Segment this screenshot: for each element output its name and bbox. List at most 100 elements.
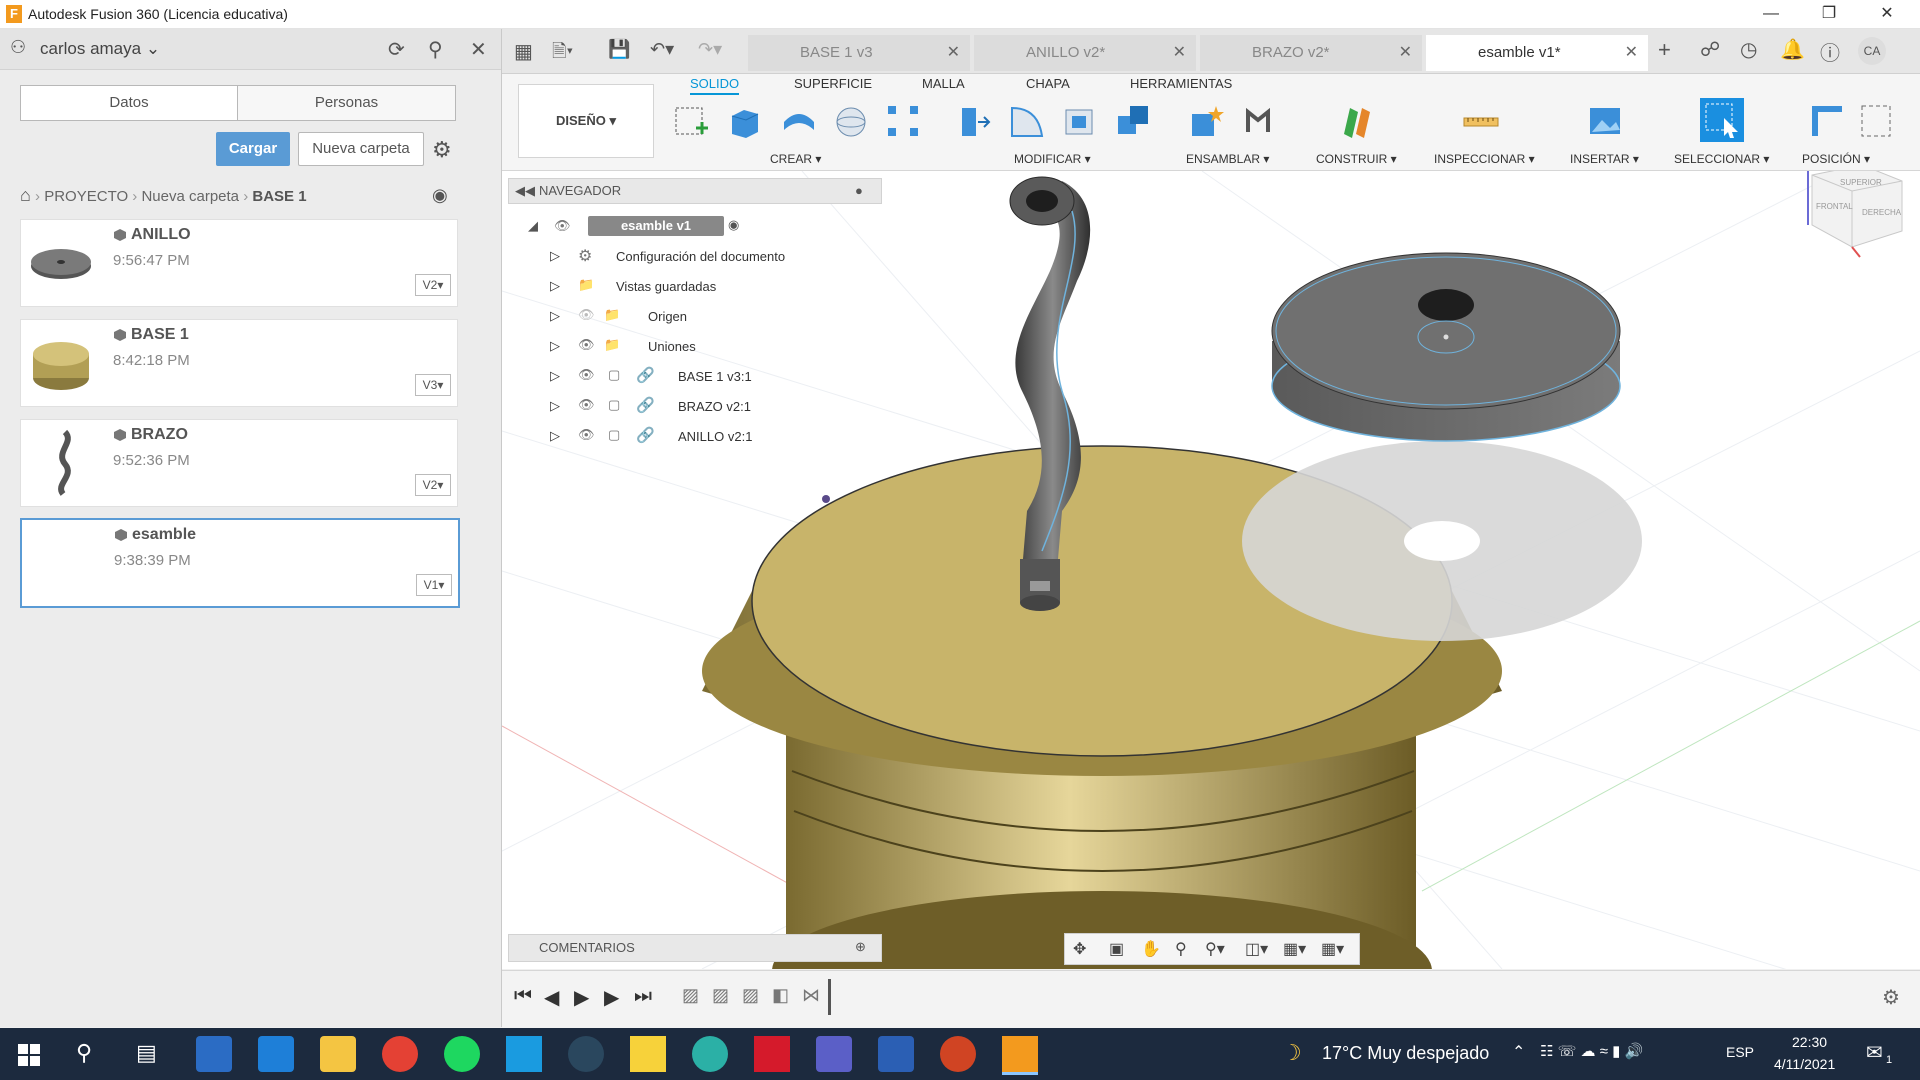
sticky-notes-icon[interactable] xyxy=(630,1036,666,1072)
timeline-feature-icon[interactable]: ▨ xyxy=(682,985,699,1006)
undo-icon[interactable]: ↶▾ xyxy=(650,39,674,60)
doc-tab-brazo[interactable]: BRAZO v2* ✕ xyxy=(1200,35,1422,71)
visibility-eye-icon[interactable]: 👁 xyxy=(578,397,595,413)
close-tab-icon[interactable]: ✕ xyxy=(1399,35,1412,71)
close-tab-icon[interactable]: ✕ xyxy=(1173,35,1186,71)
timeline-feature-icon[interactable]: ▨ xyxy=(742,985,759,1006)
doc-tab-base1[interactable]: BASE 1 v3 ✕ xyxy=(748,35,970,71)
group-modificar[interactable]: MODIFICAR ▾ xyxy=(1014,152,1091,166)
spotify-icon[interactable] xyxy=(444,1036,480,1072)
collapse-arrow-icon[interactable]: ◢ xyxy=(528,218,538,234)
save-icon[interactable]: 💾 xyxy=(608,39,630,60)
clock-date[interactable]: 4/11/2021 xyxy=(1774,1056,1835,1072)
timeline-joint-icon[interactable]: ⋈ xyxy=(802,985,820,1006)
file-menu-icon[interactable]: 🗎▾ xyxy=(552,39,573,69)
version-dropdown[interactable]: V2▾ xyxy=(415,274,451,296)
tab-superficie[interactable]: SUPERFICIE xyxy=(794,76,872,91)
activate-radio-icon[interactable]: ◉ xyxy=(728,217,739,233)
anillo-body[interactable] xyxy=(1242,252,1642,641)
expand-arrow-icon[interactable]: ▷ xyxy=(550,368,560,384)
redo-icon[interactable]: ↷▾ xyxy=(698,39,722,60)
breadcrumb-project[interactable]: PROYECTO xyxy=(44,188,128,205)
extrude-icon[interactable] xyxy=(726,102,764,140)
avatar[interactable]: CA xyxy=(1858,37,1886,65)
settings-gear-icon[interactable]: ⚙ xyxy=(432,137,452,163)
team-icon[interactable]: ⚇ xyxy=(10,37,26,58)
pattern-icon[interactable] xyxy=(884,102,922,140)
play-icon[interactable]: ▶ xyxy=(574,985,589,1010)
go-to-start-icon[interactable]: ⏮ xyxy=(514,985,532,1008)
navigator-options-icon[interactable]: ● xyxy=(855,183,863,198)
restore-button[interactable]: ❐ xyxy=(1800,0,1858,28)
measure-icon[interactable] xyxy=(1462,102,1500,140)
new-component-icon[interactable] xyxy=(1186,102,1224,140)
viewcube-top-label[interactable]: SUPERIOR xyxy=(1840,178,1882,187)
group-construir[interactable]: CONSTRUIR ▾ xyxy=(1316,152,1397,166)
expand-arrow-icon[interactable]: ▷ xyxy=(550,248,560,264)
group-inspeccionar[interactable]: INSPECCIONAR ▾ xyxy=(1434,152,1535,166)
grid-settings-icon[interactable]: ▦▾ xyxy=(1283,939,1306,959)
upload-button[interactable]: Cargar xyxy=(216,132,290,166)
visibility-eye-icon[interactable]: 👁 xyxy=(578,367,595,383)
go-to-end-icon[interactable]: ⏭ xyxy=(634,985,652,1008)
task-view-icon[interactable]: ▤ xyxy=(136,1040,157,1066)
notifications-icon[interactable]: 🔔 xyxy=(1780,37,1805,62)
orbit-icon[interactable]: ✥ xyxy=(1073,939,1086,959)
tab-datos[interactable]: Datos xyxy=(21,86,238,120)
group-posicion[interactable]: POSICIÓN ▾ xyxy=(1802,152,1870,166)
powerpoint-icon[interactable] xyxy=(940,1036,976,1072)
file-card-brazo[interactable]: BRAZO 9:52:36 PM V2▾ xyxy=(20,419,458,507)
timeline-marker[interactable] xyxy=(828,979,831,1015)
navigator-row[interactable]: ▷ 📁 Vistas guardadas xyxy=(508,274,848,300)
visibility-eye-icon[interactable]: 👁 xyxy=(554,218,571,234)
close-tab-icon[interactable]: ✕ xyxy=(947,35,960,71)
group-insertar[interactable]: INSERTAR ▾ xyxy=(1570,152,1639,166)
select-icon[interactable] xyxy=(1700,98,1744,142)
joint-icon[interactable] xyxy=(1240,102,1278,140)
search-icon[interactable]: ⚲ xyxy=(76,1040,92,1066)
file-card-base[interactable]: BASE 1 8:42:18 PM V3▾ xyxy=(20,319,458,407)
app-grid-icon[interactable]: ▦ xyxy=(514,39,533,64)
fit-icon[interactable]: ⚲▾ xyxy=(1205,939,1225,959)
navigator-root[interactable]: ◢ 👁 esamble v1 ◉ xyxy=(508,214,808,240)
teams-icon[interactable] xyxy=(816,1036,852,1072)
chrome-icon[interactable] xyxy=(382,1036,418,1072)
timeline-settings-icon[interactable]: ⚙ xyxy=(1882,985,1900,1010)
search-icon[interactable]: ⚲ xyxy=(428,37,443,62)
offset-plane-icon[interactable] xyxy=(1338,102,1376,140)
version-dropdown[interactable]: V3▾ xyxy=(415,374,451,396)
capture-position-icon[interactable] xyxy=(1808,102,1846,140)
tray-overflow-icon[interactable]: ⌃ xyxy=(1512,1042,1525,1062)
navigator-row[interactable]: ▷ 👁 ▢ 🔗 BASE 1 v3:1 xyxy=(508,364,848,390)
expand-arrow-icon[interactable]: ▷ xyxy=(550,308,560,324)
job-status-icon[interactable]: ◷ xyxy=(1740,37,1757,62)
fillet-icon[interactable] xyxy=(1008,102,1046,140)
create-sketch-icon[interactable] xyxy=(672,102,710,140)
tab-personas[interactable]: Personas xyxy=(238,86,455,120)
group-crear[interactable]: CREAR ▾ xyxy=(770,152,821,166)
add-comment-icon[interactable]: ⊕ xyxy=(855,939,866,955)
tab-herramientas[interactable]: HERRAMIENTAS xyxy=(1130,76,1232,91)
timeline-feature-icon[interactable]: ▨ xyxy=(712,985,729,1006)
viewcube-right-label[interactable]: DERECHA xyxy=(1862,208,1902,217)
zoom-icon[interactable]: ⚲ xyxy=(1175,939,1187,959)
close-panel-icon[interactable]: ✕ xyxy=(470,37,487,62)
breadcrumb-folder[interactable]: Nueva carpeta xyxy=(141,188,239,205)
word-icon[interactable] xyxy=(878,1036,914,1072)
revert-position-icon[interactable] xyxy=(1858,102,1896,140)
viewports-icon[interactable]: ▦▾ xyxy=(1321,939,1344,959)
help-icon[interactable]: ⓘ xyxy=(1820,37,1840,66)
look-at-icon[interactable]: ▣ xyxy=(1109,939,1124,959)
navigator-row[interactable]: ▷ 👁 📁 Origen xyxy=(508,304,848,330)
navigator-row[interactable]: ▷ 👁 📁 Uniones xyxy=(508,334,848,360)
revolve-icon[interactable] xyxy=(780,102,818,140)
fusion360-taskbar-icon[interactable] xyxy=(1002,1036,1038,1075)
notification-center-icon[interactable]: ✉ xyxy=(1866,1040,1883,1065)
timeline-feature-icon[interactable]: ◧ xyxy=(772,985,789,1006)
group-seleccionar[interactable]: SELECCIONAR ▾ xyxy=(1674,152,1769,166)
navigator-row[interactable]: ▷ 👁 ▢ 🔗 ANILLO v2:1 xyxy=(508,424,848,450)
doc-tab-anillo[interactable]: ANILLO v2* ✕ xyxy=(974,35,1196,71)
file-card-esamble[interactable]: esamble 9:38:39 PM V1▾ xyxy=(20,518,460,608)
expand-arrow-icon[interactable]: ▷ xyxy=(550,398,560,414)
tab-malla[interactable]: MALLA xyxy=(922,76,965,91)
